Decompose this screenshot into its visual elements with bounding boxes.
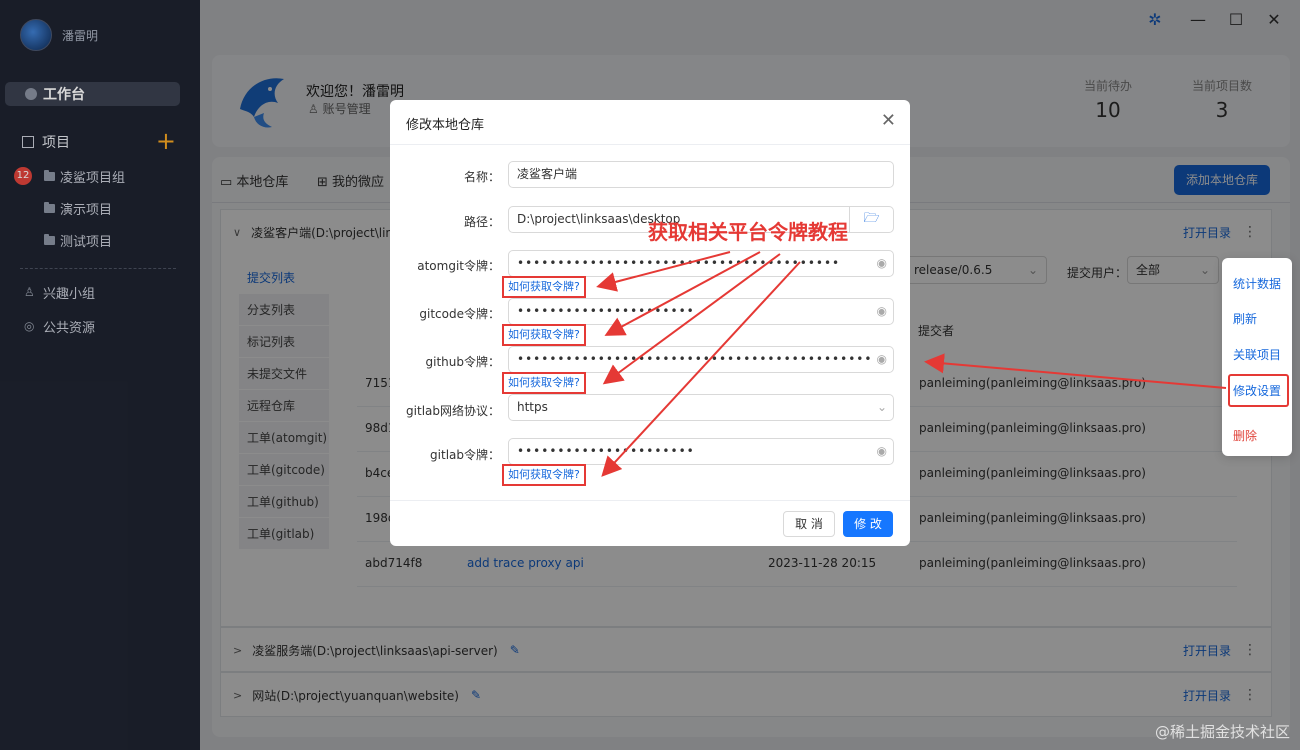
sidebar-overlay	[0, 0, 200, 750]
divider	[390, 500, 910, 501]
atomgit-token-field[interactable]: ••••••••••••••••••••••••••••••••••••••••…	[508, 250, 894, 277]
highlight-box	[1228, 374, 1289, 407]
divider	[390, 144, 910, 145]
edit-local-repo-dialog: 修改本地仓库 ✕ 名称： 凌鲨客户端 路径： D:\project\linksa…	[390, 100, 910, 546]
name-field[interactable]: 凌鲨客户端	[508, 161, 894, 188]
howto-token-atomgit-link[interactable]: 如何获取令牌?	[502, 276, 586, 298]
eye-icon[interactable]: ◉	[877, 347, 887, 372]
menu-item-statistics[interactable]: 统计数据	[1233, 275, 1281, 292]
gitlab-protocol-label: gitlab网络协议：	[406, 404, 500, 418]
eye-icon[interactable]: ◉	[877, 439, 887, 464]
menu-item-refresh[interactable]: 刷新	[1233, 310, 1257, 327]
menu-item-link-project[interactable]: 关联项目	[1233, 346, 1281, 363]
menu-item-delete[interactable]: 删除	[1233, 427, 1257, 444]
chevron-down-icon: ⌄	[876, 400, 887, 414]
repo-context-menu: 统计数据 刷新 关联项目 修改设置 删除	[1222, 258, 1292, 456]
github-token-field[interactable]: ••••••••••••••••••••••••••••••••••••••••…	[508, 346, 894, 373]
submit-edit-button[interactable]: 修 改	[843, 511, 893, 537]
gitcode-token-label: gitcode令牌：	[419, 307, 500, 321]
howto-token-github-link[interactable]: 如何获取令牌?	[502, 372, 586, 394]
gitlab-token-field[interactable]: •••••••••••••••••••••• ◉	[508, 438, 894, 465]
atomgit-token-label: atomgit令牌：	[417, 259, 500, 273]
cancel-button[interactable]: 取 消	[783, 511, 835, 537]
howto-token-gitcode-link[interactable]: 如何获取令牌?	[502, 324, 586, 346]
github-token-label: github令牌：	[425, 355, 501, 369]
atomgit-token-value: ••••••••••••••••••••••••••••••••••••••••	[517, 256, 841, 270]
close-icon[interactable]: ✕	[881, 110, 896, 131]
name-value: 凌鲨客户端	[517, 167, 578, 181]
gitlab-protocol-value: https	[517, 400, 548, 414]
eye-icon[interactable]: ◉	[877, 251, 887, 276]
gitlab-token-label: gitlab令牌：	[430, 448, 500, 462]
watermark: @稀土掘金技术社区	[1154, 723, 1290, 741]
dialog-title: 修改本地仓库	[406, 118, 485, 133]
gitlab-token-value: ••••••••••••••••••••••	[517, 444, 695, 458]
name-label: 名称：	[463, 170, 500, 184]
gitcode-token-value: ••••••••••••••••••••••	[517, 304, 695, 318]
github-token-value: ••••••••••••••••••••••••••••••••••••••••…	[517, 352, 873, 366]
annotation-text: 获取相关平台令牌教程	[648, 220, 848, 244]
path-label: 路径：	[463, 215, 500, 229]
eye-icon[interactable]: ◉	[877, 299, 887, 324]
gitlab-protocol-select[interactable]: https ⌄	[508, 394, 894, 421]
folder-open-icon[interactable]: 🗁	[849, 206, 893, 233]
howto-token-gitlab-link[interactable]: 如何获取令牌?	[502, 464, 586, 486]
gitcode-token-field[interactable]: •••••••••••••••••••••• ◉	[508, 298, 894, 325]
